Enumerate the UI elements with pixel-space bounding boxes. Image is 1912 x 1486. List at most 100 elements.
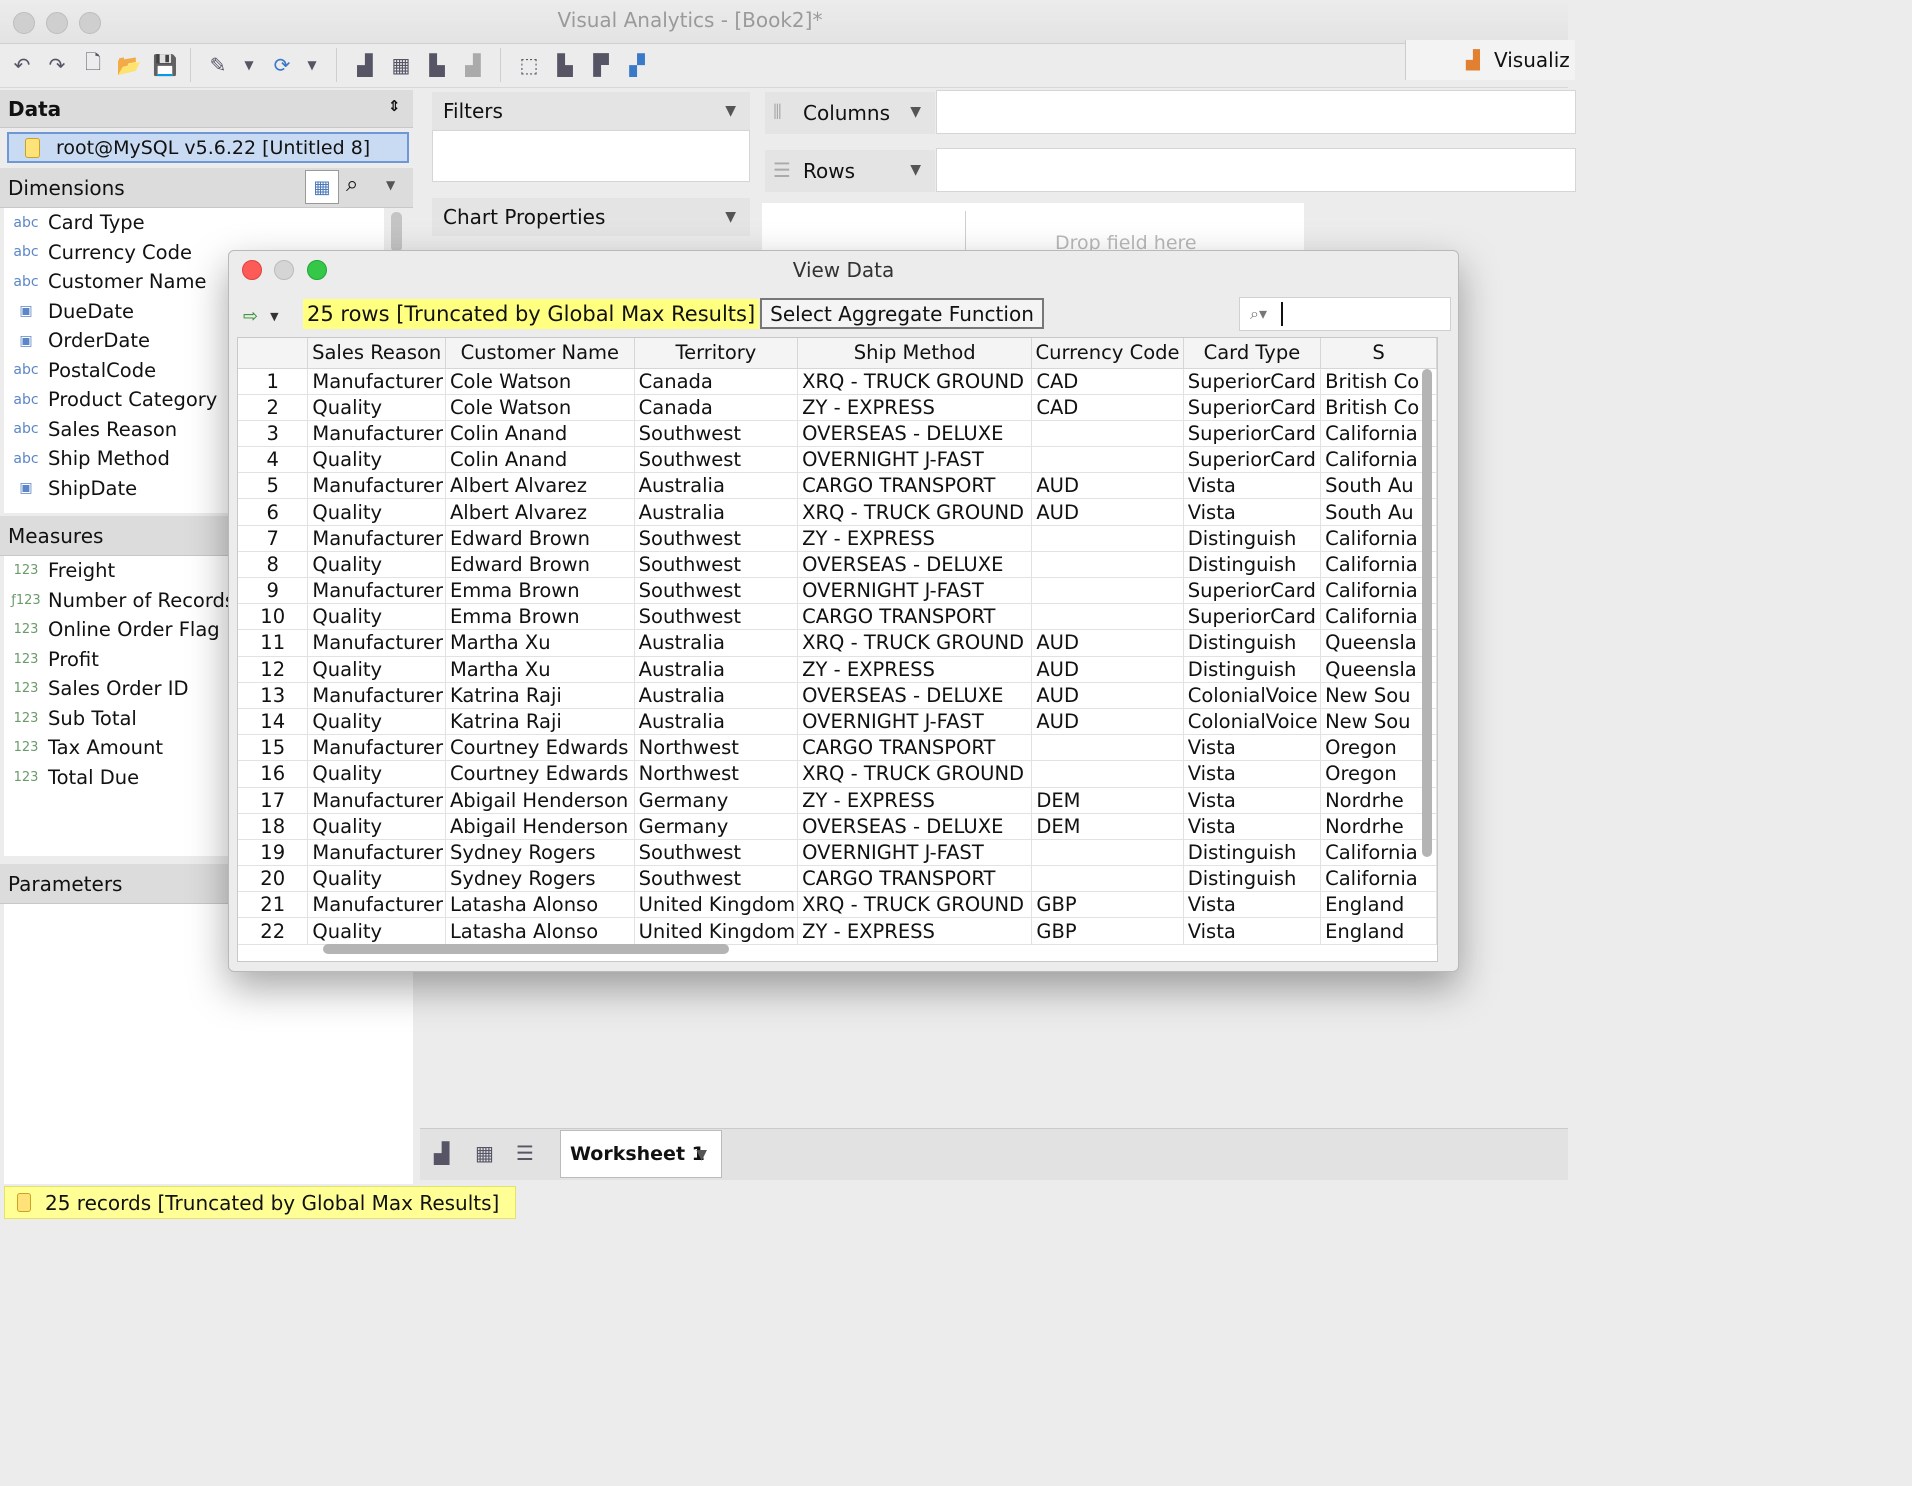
measure-field[interactable]: 123 Sub Total	[4, 704, 228, 734]
table-cell: GBP	[1031, 917, 1184, 945]
column-header[interactable]: S	[1320, 338, 1437, 369]
export-button[interactable]: ⇨ ▼	[243, 303, 279, 329]
filters-shelf[interactable]	[432, 130, 750, 182]
redo-icon[interactable]: ↷	[42, 50, 72, 80]
sort-icon[interactable]: ⇕	[388, 97, 401, 115]
add-dashboard-icon[interactable]: ▦	[475, 1141, 494, 1165]
rows-shelf[interactable]	[936, 148, 1576, 192]
table-cell: Australia	[634, 682, 799, 709]
align-top-icon[interactable]: ▛	[586, 50, 616, 80]
table-view-icon[interactable]: ▦	[305, 170, 339, 204]
chevron-down-icon[interactable]: ▼	[725, 209, 736, 225]
table-row[interactable]: 4 Quality Colin Anand Southwest OVERNIGHT J-…	[238, 446, 1437, 474]
table-row[interactable]: 9 Manufacturer Emma Brown Southwest OVERNIGH…	[238, 577, 1437, 605]
columns-shelf-label[interactable]: ⦀ Columns ▼	[765, 92, 935, 134]
delete-chart-icon[interactable]: ▙	[422, 50, 452, 80]
table-row[interactable]: 15 Manufacturer Courtney Edwards Northwest C…	[238, 734, 1437, 762]
search-icon[interactable]: ⌕	[346, 172, 358, 197]
table-row[interactable]: 19 Manufacturer Sydney Rogers Southwest OVER…	[238, 839, 1437, 867]
refresh-icon[interactable]: ⟳	[267, 50, 297, 80]
number-type-icon: 123	[13, 651, 39, 667]
table-row[interactable]: 16 Quality Courtney Edwards Northwest XRQ - …	[238, 760, 1437, 788]
column-header[interactable]: Territory	[634, 338, 799, 369]
number-type-icon: 123	[13, 622, 39, 638]
horizontal-scrollbar[interactable]	[323, 944, 729, 954]
chevron-down-icon[interactable]: ▼	[240, 50, 258, 80]
table-row[interactable]: 11 Manufacturer Martha Xu Australia XRQ - TR…	[238, 629, 1437, 657]
table-cell: CARGO TRANSPORT	[797, 603, 1033, 631]
chevron-down-icon[interactable]: ▼	[910, 104, 921, 120]
calendar-icon: ▣	[19, 303, 33, 320]
dimensions-scrollbar[interactable]	[391, 212, 402, 252]
chevron-down-icon[interactable]: ▼	[910, 162, 921, 178]
chart-icon[interactable]: ▟	[458, 50, 488, 80]
table-cell: Manufacturer	[307, 839, 446, 867]
table-row[interactable]: 5 Manufacturer Albert Alvarez Australia CARG…	[238, 472, 1437, 500]
save-icon[interactable]: 💾	[150, 50, 180, 80]
filters-header[interactable]: Filters ▼	[432, 92, 750, 130]
table-cell: Sydney Rogers	[445, 865, 635, 893]
list-icon[interactable]: ☰	[516, 1141, 534, 1165]
columns-label: Columns	[803, 101, 891, 125]
dialog-close-button[interactable]	[242, 260, 262, 280]
add-chart-icon[interactable]: ▟	[434, 1141, 449, 1165]
table-row[interactable]: 22 Quality Latasha Alonso United Kingdom ZY …	[238, 917, 1437, 945]
chevron-down-icon[interactable]: ▼	[270, 310, 278, 323]
table-row[interactable]: 20 Quality Sydney Rogers Southwest CARGO TRA…	[238, 865, 1437, 893]
column-header[interactable]: Sales Reason	[307, 338, 446, 369]
table-row[interactable]: 3 Manufacturer Colin Anand Southwest OVERSEA…	[238, 420, 1437, 448]
chevron-down-icon[interactable]: ▼	[725, 103, 736, 119]
dialog-zoom-button[interactable]	[307, 260, 327, 280]
worksheet-tab[interactable]: Worksheet 1 ▼	[560, 1130, 722, 1178]
measure-field[interactable]: ƒ123 Number of Records	[4, 586, 228, 616]
rows-shelf-label[interactable]: ☰ Rows ▼	[765, 150, 935, 192]
table-row[interactable]: 17 Manufacturer Abigail Henderson Germany ZY…	[238, 787, 1437, 814]
column-header[interactable]: Ship Method	[797, 338, 1033, 369]
table-row[interactable]: 7 Manufacturer Edward Brown Southwest ZY - E…	[238, 525, 1437, 552]
table-cell: England	[1320, 891, 1437, 919]
chevron-down-icon[interactable]: ▼	[696, 1147, 707, 1163]
measure-field[interactable]: 123 Profit	[4, 645, 228, 675]
table-row[interactable]: 10 Quality Emma Brown Southwest CARGO TRANSP…	[238, 603, 1437, 631]
table-row[interactable]: 14 Quality Katrina Raji Australia OVERNIGHT …	[238, 708, 1437, 736]
chart-canvas[interactable]	[762, 203, 1304, 253]
table-row[interactable]: 13 Manufacturer Katrina Raji Australia OVERS…	[238, 682, 1437, 709]
column-header[interactable]: Card Type	[1183, 338, 1322, 369]
measure-field[interactable]: 123 Tax Amount	[4, 733, 228, 763]
measure-field[interactable]: 123 Total Due	[4, 763, 228, 793]
table-row[interactable]: 21 Manufacturer Latasha Alonso United Kingd…	[238, 891, 1437, 919]
column-header[interactable]	[238, 338, 309, 369]
open-icon[interactable]: 📂	[114, 50, 144, 80]
table-row[interactable]: 6 Quality Albert Alvarez Australia XRQ - TRU…	[238, 498, 1437, 526]
columns-shelf[interactable]	[936, 90, 1576, 134]
text-type-icon: abc	[13, 273, 39, 290]
paint-icon[interactable]: ✎	[203, 50, 233, 80]
new-icon[interactable]: 🗋	[78, 50, 108, 80]
table-row[interactable]: 2 Quality Cole Watson Canada ZY - EXPRESS CAD…	[238, 394, 1437, 421]
search-input[interactable]: ⌕▾	[1239, 297, 1451, 331]
connection-item[interactable]: root@MySQL v5.6.22 [Untitled 8]	[7, 132, 409, 163]
dimension-field[interactable]: abc Card Type	[4, 208, 384, 238]
table-row[interactable]: 12 Quality Martha Xu Australia ZY - EXPRESS A…	[238, 656, 1437, 683]
add-chart-icon[interactable]: ▟	[350, 50, 380, 80]
select-aggregate-button[interactable]: Select Aggregate Function	[760, 298, 1044, 329]
table-row[interactable]: 8 Quality Edward Brown Southwest OVERSEAS - …	[238, 551, 1437, 579]
select-icon[interactable]: ⬚	[514, 50, 544, 80]
dialog-minimize-button[interactable]	[274, 260, 294, 280]
table-row[interactable]: 18 Quality Abigail Henderson Germany OVERSEA…	[238, 813, 1437, 840]
visualization-tab[interactable]: ▟ Visualiz	[1405, 40, 1575, 80]
vertical-scrollbar[interactable]	[1422, 369, 1432, 857]
measure-field[interactable]: 123 Online Order Flag	[4, 615, 228, 645]
chevron-down-icon[interactable]: ▼	[303, 50, 321, 80]
measure-field[interactable]: 123 Freight	[4, 556, 228, 586]
layout-icon[interactable]: ▞	[622, 50, 652, 80]
column-header[interactable]: Customer Name	[445, 338, 635, 369]
align-left-icon[interactable]: ▙	[550, 50, 580, 80]
column-header[interactable]: Currency Code	[1031, 338, 1184, 369]
table-row[interactable]: 1 Manufacturer Cole Watson Canada XRQ - TRUC…	[238, 368, 1437, 395]
measure-field[interactable]: 123 Sales Order ID	[4, 674, 228, 704]
chevron-down-icon[interactable]: ▼	[386, 178, 395, 192]
undo-icon[interactable]: ↶	[7, 50, 37, 80]
chart-properties-header[interactable]: Chart Properties ▼	[432, 198, 750, 236]
add-dashboard-icon[interactable]: ▦	[386, 50, 416, 80]
